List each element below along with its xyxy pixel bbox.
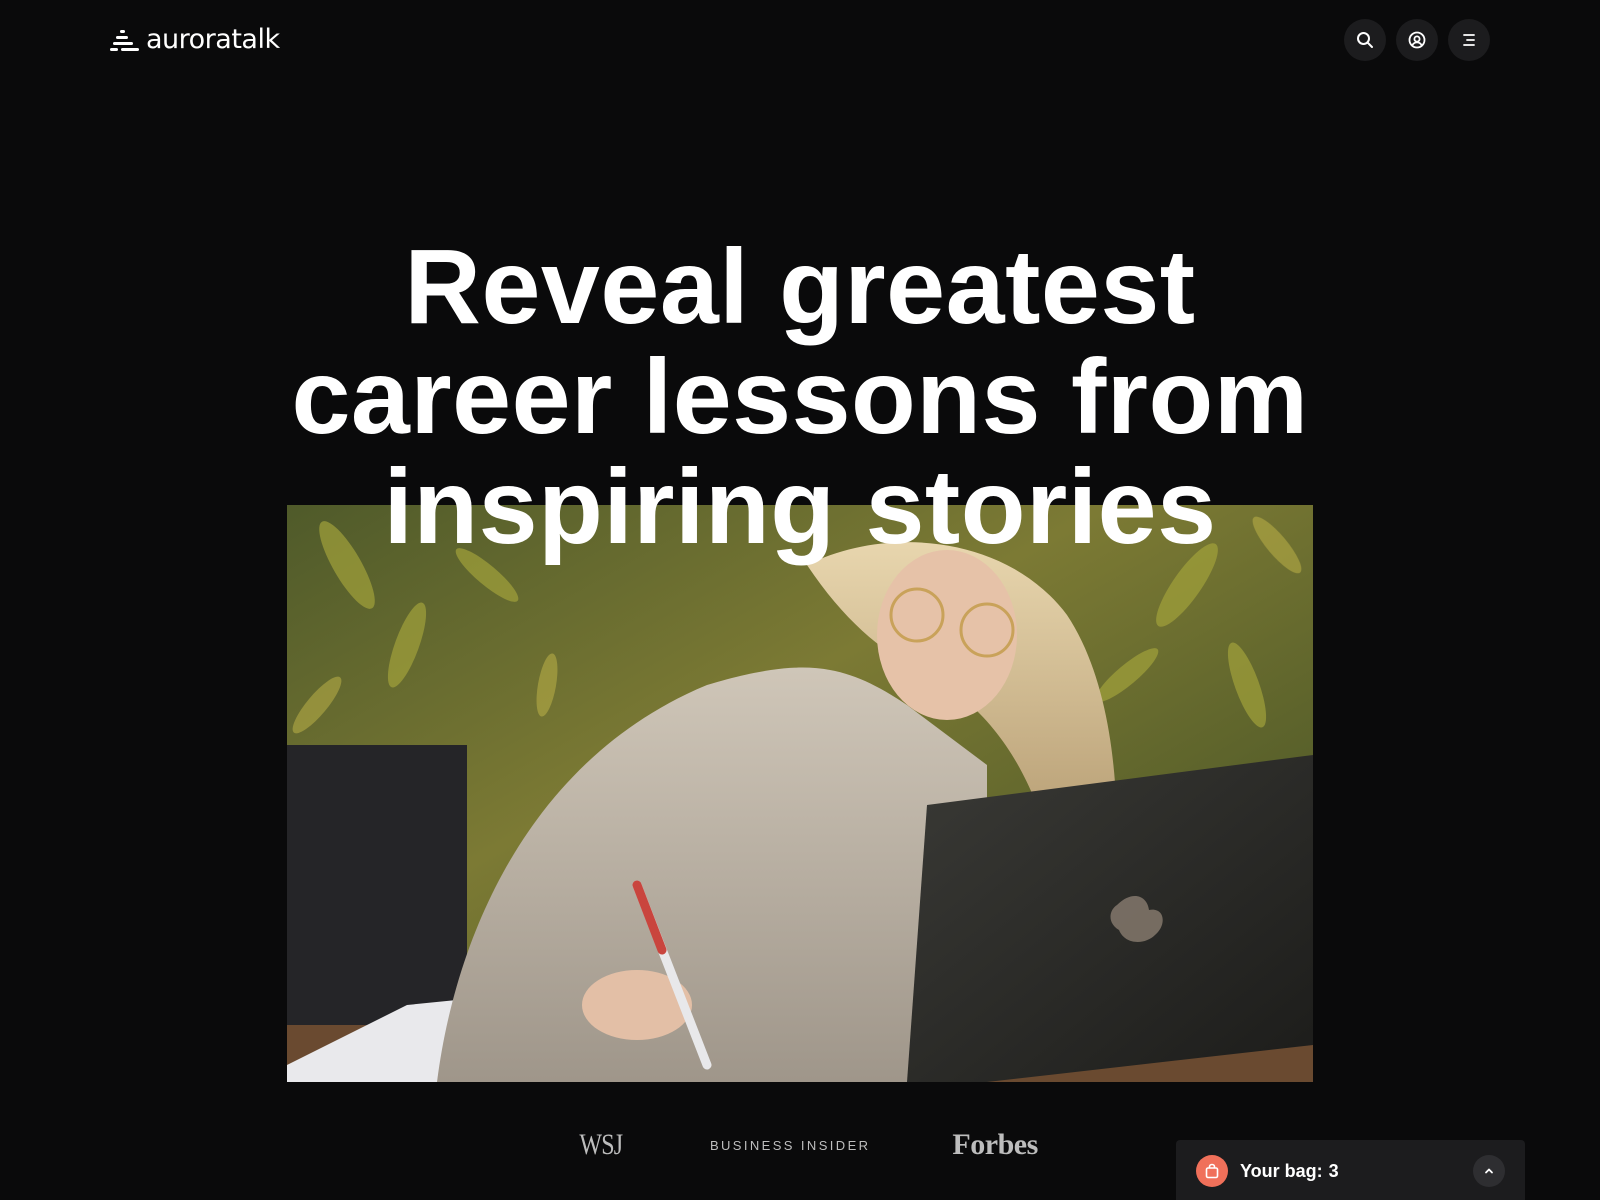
press-logo-forbes: Forbes — [952, 1128, 1038, 1161]
hero-title: Reveal greatest career lessons from insp… — [0, 232, 1600, 562]
hero-title-line: inspiring stories — [383, 448, 1217, 566]
account-button[interactable] — [1396, 19, 1438, 61]
search-icon — [1357, 32, 1373, 48]
shopping-bag-icon — [1196, 1155, 1228, 1187]
logo-icon — [110, 29, 139, 51]
logo[interactable]: auroratalk — [110, 24, 280, 55]
page: auroratalk Reveal greatest career lesson… — [0, 0, 1600, 1200]
hero-title-line: career lessons from — [291, 338, 1309, 456]
menu-icon — [1463, 34, 1475, 46]
bag-expand-button[interactable] — [1473, 1155, 1505, 1187]
bag-label: Your bag: — [1240, 1160, 1323, 1181]
hero-title-line: Reveal greatest — [404, 228, 1196, 346]
hero-photo — [287, 505, 1313, 1082]
press-logo-wsj: WSJ — [579, 1128, 624, 1161]
logo-text: auroratalk — [146, 24, 280, 55]
menu-button[interactable] — [1448, 19, 1490, 61]
bag-bar[interactable]: Your bag: 3 — [1176, 1140, 1525, 1200]
header-actions — [1344, 19, 1490, 61]
press-logo-business-insider: BUSINESS INSIDER — [709, 1137, 871, 1153]
bag-count: 3 — [1328, 1160, 1339, 1181]
chevron-up-icon — [1485, 1168, 1493, 1174]
search-button[interactable] — [1344, 19, 1386, 61]
hero-image — [287, 505, 1313, 1082]
account-icon — [1408, 31, 1426, 49]
